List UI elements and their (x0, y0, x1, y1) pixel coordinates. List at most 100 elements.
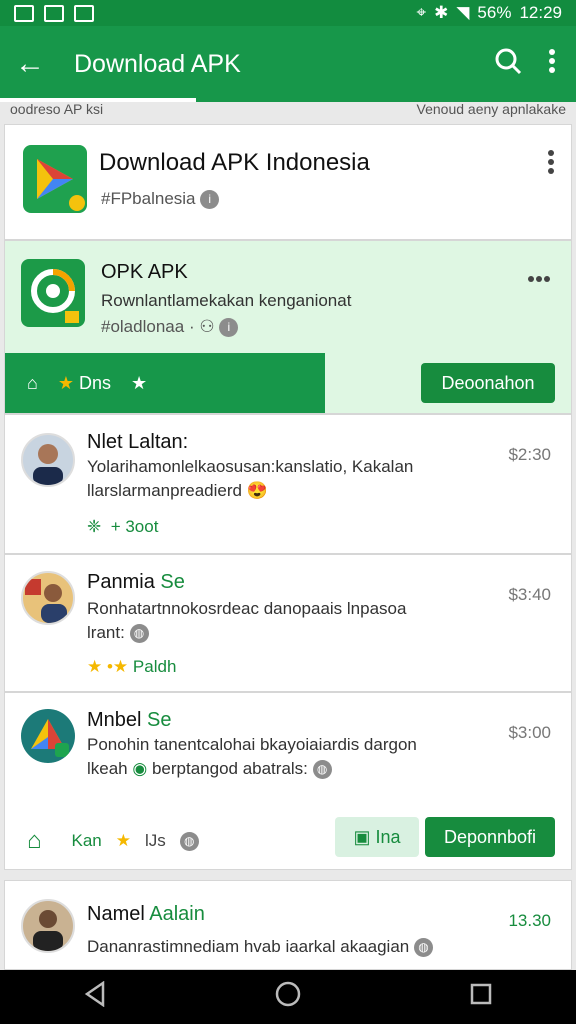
system-nav-bar (0, 970, 576, 1024)
message-button-label: Ina (375, 827, 401, 847)
clock: 12:29 (519, 3, 562, 22)
app-logo-icon (21, 709, 75, 763)
post-tag-text: Paldh (132, 657, 177, 676)
status-bar: ⌖ ✱ ◥ 56% 12:29 (0, 0, 576, 26)
post-author-accent: Se (147, 709, 172, 731)
avatar (21, 899, 75, 953)
home-nav-icon[interactable] (274, 980, 302, 1015)
post-price: $2:30 (508, 445, 551, 464)
star-icon[interactable]: ★ (131, 373, 147, 394)
post-text-2: lrant: ◍ (87, 623, 149, 644)
post-tag[interactable]: ❈ + 3oot (87, 517, 158, 537)
post-author: Nlet Laltan: (87, 431, 189, 453)
message-button[interactable]: ▣ Ina (335, 817, 419, 857)
home-icon[interactable]: ⌂ (27, 827, 42, 855)
post-price: $3:40 (508, 585, 551, 604)
app-bar: ← Download APK (0, 26, 576, 102)
location-icon: ⌖ (416, 3, 427, 22)
download-button[interactable]: Deoonahon (421, 363, 555, 403)
star-icon: ★ (87, 657, 103, 676)
post-text-content: Dananrastimnediam hvab iaarkal akaagian (87, 937, 410, 956)
more-horiz-icon[interactable] (527, 259, 551, 290)
globe-icon: ◍ (413, 938, 433, 958)
post-author: Namel Aalain (87, 903, 205, 926)
post-actions: ⌂ Kan ★ lJs ◍ (27, 827, 199, 855)
app-name: OPK APK (101, 261, 188, 283)
post-author: Panmia Se (87, 571, 185, 594)
app-description: Rownlantlamekakan kenganionat (101, 291, 352, 310)
post-author-accent: Se (160, 571, 185, 593)
post-price: $3:00 (508, 723, 551, 742)
chat-icon: ▣ (353, 827, 371, 847)
info-icon: i (219, 318, 239, 338)
globe-icon: ◍ (312, 760, 332, 780)
star-icon: ★ (115, 831, 131, 850)
users-icon: · ⚇ (188, 317, 215, 336)
list-item[interactable]: Nlet Laltan: Yolarihamonlelkaosusan:kans… (4, 414, 572, 554)
coin-icon: ◉ (132, 759, 148, 778)
post-text-2: lkeah ◉ berptangod abatrals: ◍ (87, 759, 332, 780)
post-text-2-content: llarslarmanpreadierd (87, 481, 242, 500)
more-vert-icon[interactable] (547, 149, 555, 182)
list-item[interactable]: Namel Aalain Dananrastimnediam hvab iaar… (4, 880, 572, 970)
post-tag-text: + 3oot (110, 517, 159, 536)
post-text: Ronhatartnnokosrdeac danopaais lnpasoa (87, 599, 407, 618)
info-icon: i (200, 190, 220, 210)
app-name: Download APK Indonesia (99, 149, 370, 176)
post-author-accent: Aalain (149, 903, 205, 925)
app-handle-text: #FPbalnesia (101, 189, 196, 208)
play-notification-icon (74, 4, 94, 22)
app-meta: #oladlonaa · ⚇ i (101, 317, 239, 338)
post-author-name: Namel (87, 903, 145, 925)
post-author: Mnbel Se (87, 709, 172, 732)
emoji-icon: 😍 (246, 481, 268, 500)
avatar (21, 433, 75, 487)
post-text: Dananrastimnediam hvab iaarkal akaagian … (87, 937, 433, 958)
post-text: Ponohin tanentcalohai bkayoiaiardis darg… (87, 735, 417, 754)
mail-notification-icon (44, 4, 64, 22)
post-rating-text: lJs (145, 831, 166, 850)
bluetooth-icon: ✱ (434, 3, 449, 22)
avatar (21, 571, 75, 625)
back-nav-icon[interactable] (83, 980, 107, 1014)
list-item[interactable]: Mnbel Se Ponohin tanentcalohai bkayoiaia… (4, 692, 572, 870)
more-vert-icon[interactable] (548, 48, 556, 81)
sub-header: oodreso AP ksi Venoud aeny apnlakake (0, 102, 576, 120)
star-icon: •★ (106, 657, 129, 676)
list-item[interactable]: Panmia Se Ronhatartnnokosrdeac danopaais… (4, 554, 572, 692)
app-logo-icon (21, 259, 85, 327)
image-notification-icon (14, 4, 34, 22)
star-icon: ★ (57, 372, 75, 393)
sparkle-icon: ❈ (87, 517, 102, 536)
wifi-icon: ◥ (456, 3, 470, 22)
app-meta-text: #oladlonaa (101, 317, 185, 336)
rating: ★ Dns (58, 373, 111, 394)
app-handle: #FPbalnesia i (101, 189, 220, 210)
post-text-2: llarslarmanpreadierd 😍 (87, 481, 268, 501)
home-icon[interactable]: ⌂ (27, 373, 38, 394)
page-title: Download APK (74, 49, 241, 78)
app-card-download-apk[interactable]: Download APK Indonesia #FPbalnesia i (4, 124, 572, 240)
post-author-name: Panmia (87, 571, 155, 593)
post-text-2-content: lkeah (87, 759, 128, 778)
app-card-opk-apk[interactable]: OPK APK Rownlantlamekakan kenganionat #o… (4, 240, 572, 414)
globe-icon: ◍ (179, 831, 199, 851)
post-text: Yolarihamonlelkaosusan:kanslatio, Kakala… (87, 457, 414, 476)
sub-header-right: Venoud aeny apnlakake (416, 102, 566, 117)
action-bar: ⌂ ★ Dns ★ (5, 353, 325, 413)
post-tag[interactable]: ★ •★ Paldh (87, 657, 176, 677)
search-icon[interactable] (494, 47, 522, 82)
post-price: 13.30 (508, 911, 551, 930)
post-action-label: Kan (71, 831, 102, 850)
sub-header-left: oodreso AP ksi (10, 102, 104, 117)
battery-text: 56% (477, 3, 512, 22)
globe-icon: ◍ (129, 624, 149, 644)
post-text-2b: berptangod abatrals: (151, 759, 308, 778)
post-author-name: Mnbel (87, 709, 142, 731)
recents-nav-icon[interactable] (469, 982, 493, 1013)
arrow-left-icon[interactable]: ← (0, 47, 60, 81)
post-text-2-content: lrant: (87, 623, 125, 642)
download-button[interactable]: Deponnbofi (425, 817, 555, 857)
rating-text: Dns (79, 372, 112, 393)
app-logo-icon (23, 145, 87, 213)
